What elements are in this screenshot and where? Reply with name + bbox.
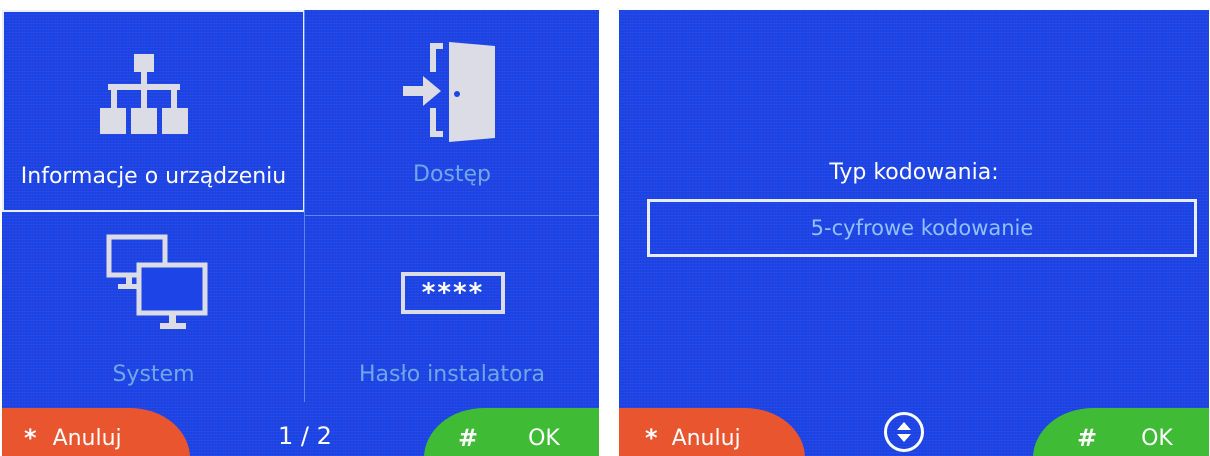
- main-menu-screen: Informacje o urządzeniu Dostęp System **…: [2, 10, 599, 456]
- access-label: Dostęp: [413, 162, 491, 187]
- page-indicator: 1 / 2: [278, 422, 332, 450]
- hash-key-icon: #: [458, 424, 479, 452]
- installer-password-label: Hasło instalatora: [358, 362, 546, 387]
- ok-label: OK: [1141, 425, 1173, 451]
- hash-key-icon: #: [1077, 424, 1098, 452]
- ok-button[interactable]: # OK: [1033, 408, 1209, 456]
- coding-type-screen: Typ kodowania: 5-cyfrowe kodowanie * Anu…: [619, 10, 1209, 456]
- menu-divider-vertical: [304, 10, 305, 402]
- device-info-label: Informacje o urządzeniu: [20, 164, 287, 189]
- menu-item-installer-password[interactable]: **** Hasło instalatora: [305, 212, 599, 402]
- cancel-label: Anuluj: [671, 425, 741, 451]
- selected-coding-value: 5-cyfrowe kodowanie: [810, 216, 1034, 240]
- cancel-label: Anuluj: [52, 425, 122, 451]
- door-enter-icon: [403, 42, 495, 142]
- menu-divider-horizontal: [305, 215, 599, 216]
- menu-item-device-info[interactable]: Informacje o urządzeniu: [2, 10, 305, 212]
- coding-type-title: Typ kodowania:: [829, 160, 999, 185]
- coding-type-select[interactable]: 5-cyfrowe kodowanie: [647, 199, 1197, 257]
- ok-label: OK: [528, 425, 560, 451]
- password-mask: ****: [421, 278, 485, 308]
- menu-item-system[interactable]: System: [2, 212, 305, 402]
- cancel-button[interactable]: * Anuluj: [619, 408, 805, 456]
- password-field-icon: ****: [401, 272, 505, 314]
- ok-button[interactable]: # OK: [424, 408, 599, 456]
- computers-icon: [106, 234, 208, 329]
- menu-item-access[interactable]: Dostęp: [305, 10, 599, 212]
- system-label: System: [112, 362, 195, 387]
- up-down-arrows-icon[interactable]: [884, 412, 924, 452]
- cancel-button[interactable]: * Anuluj: [2, 408, 190, 456]
- network-tree-icon: [100, 54, 188, 134]
- star-key-icon: *: [645, 424, 658, 452]
- star-key-icon: *: [24, 424, 37, 452]
